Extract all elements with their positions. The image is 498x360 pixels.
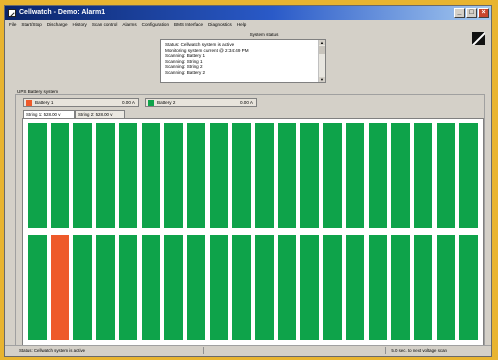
tab-string-1[interactable]: String 1: 528.00 v	[23, 110, 75, 118]
battery-cell[interactable]	[50, 123, 70, 228]
battery-cell[interactable]	[277, 235, 297, 340]
menu-diagnostics[interactable]: Diagnostics	[208, 20, 232, 30]
system-status-log[interactable]: Status: Cellwatch system is active Monit…	[160, 39, 326, 83]
battery-cell[interactable]	[413, 123, 433, 228]
battery-cell[interactable]	[300, 235, 319, 340]
battery-cell[interactable]	[345, 123, 365, 228]
scroll-down-arrow-icon[interactable]: ▼	[319, 77, 325, 82]
battery-cell[interactable]	[255, 235, 274, 340]
battery-cell[interactable]	[28, 235, 47, 340]
scroll-up-arrow-icon[interactable]: ▲	[319, 40, 325, 45]
battery-cell[interactable]	[28, 123, 47, 228]
battery-cell[interactable]	[96, 235, 115, 340]
battery-cell[interactable]	[345, 235, 365, 340]
app-icon	[8, 9, 16, 17]
battery-cell[interactable]	[186, 123, 206, 228]
battery-cell[interactable]	[391, 123, 410, 228]
main-window: Cellwatch - Demo: Alarm1 _ □ × File Star…	[4, 5, 492, 357]
menu-scan-control[interactable]: Scan control	[92, 20, 118, 30]
battery-cell[interactable]	[368, 235, 387, 340]
battery-cell[interactable]	[141, 235, 160, 340]
battery-tab-2[interactable]: Battery 2 0.00 A	[145, 98, 257, 107]
battery-cell[interactable]	[118, 123, 138, 228]
menu-bar: File Start/Stop Discharge History Scan c…	[5, 20, 491, 30]
battery-cell[interactable]	[186, 235, 206, 340]
menu-bms-interface[interactable]: BMS Interface	[174, 20, 203, 30]
battery-cell[interactable]	[164, 123, 183, 228]
statusbar-status: Status: Cellwatch system is active	[19, 348, 86, 353]
battery-cell[interactable]	[255, 123, 274, 228]
battery-name: Battery 2	[157, 100, 176, 105]
close-button[interactable]: ×	[478, 8, 489, 18]
battery-cell[interactable]	[164, 235, 183, 340]
tab-string-2[interactable]: String 2: 528.00 v	[75, 110, 125, 118]
statusbar-divider	[203, 347, 204, 354]
battery-current: 0.00 A	[121, 100, 135, 105]
battery-status-swatch	[148, 100, 154, 106]
battery-cell[interactable]	[368, 123, 387, 228]
menu-alarms[interactable]: Alarms	[122, 20, 136, 30]
battery-cell[interactable]	[300, 123, 319, 228]
system-status-title: System status	[249, 32, 279, 37]
battery-cell[interactable]	[73, 123, 92, 228]
battery-name: Battery 1	[35, 100, 54, 105]
battery-cell[interactable]	[209, 235, 229, 340]
window-title: Cellwatch - Demo: Alarm1	[19, 9, 106, 16]
status-lines: Status: Cellwatch system is active Monit…	[165, 42, 249, 76]
battery-cell[interactable]	[141, 123, 160, 228]
status-line: Scanning: Battery 2	[165, 69, 206, 75]
status-bar: Status: Cellwatch system is active 5.0 s…	[5, 345, 491, 356]
battery-cell[interactable]	[391, 235, 410, 340]
menu-help[interactable]: Help	[237, 20, 246, 30]
battery-cell[interactable]	[323, 123, 342, 228]
status-scrollbar[interactable]: ▲ ▼	[318, 40, 325, 82]
scroll-thumb[interactable]	[319, 46, 325, 54]
battery-cell[interactable]	[459, 235, 478, 340]
cells-panel	[22, 118, 484, 346]
menu-file[interactable]: File	[9, 20, 16, 30]
maximize-button[interactable]: □	[466, 8, 477, 18]
minimize-button[interactable]: _	[454, 8, 465, 18]
cellwatch-logo-icon	[472, 32, 485, 45]
battery-cell[interactable]	[50, 235, 70, 340]
battery-cell[interactable]	[209, 123, 229, 228]
battery-tab-1[interactable]: Battery 1 0.00 A	[23, 98, 139, 107]
battery-cell[interactable]	[232, 235, 251, 340]
battery-cell[interactable]	[323, 235, 342, 340]
battery-cell[interactable]	[459, 123, 478, 228]
menu-start-stop[interactable]: Start/Stop	[21, 20, 41, 30]
battery-cell[interactable]	[413, 235, 433, 340]
menu-discharge[interactable]: Discharge	[47, 20, 68, 30]
statusbar-divider	[385, 347, 386, 354]
battery-status-swatch	[26, 100, 32, 106]
battery-cell[interactable]	[73, 235, 92, 340]
menu-history[interactable]: History	[73, 20, 87, 30]
battery-cell[interactable]	[277, 123, 297, 228]
statusbar-scan-timer: 5.0 sec. to next voltage scan	[391, 348, 447, 353]
battery-current: 0.00 A	[239, 100, 253, 105]
battery-cell[interactable]	[96, 123, 115, 228]
battery-cell[interactable]	[232, 123, 251, 228]
menu-configuration[interactable]: Configuration	[142, 20, 169, 30]
title-bar: Cellwatch - Demo: Alarm1 _ □ ×	[5, 6, 491, 20]
battery-cell[interactable]	[118, 235, 138, 340]
battery-cell[interactable]	[436, 123, 456, 228]
battery-cell[interactable]	[436, 235, 456, 340]
window-controls: _ □ ×	[454, 8, 489, 18]
